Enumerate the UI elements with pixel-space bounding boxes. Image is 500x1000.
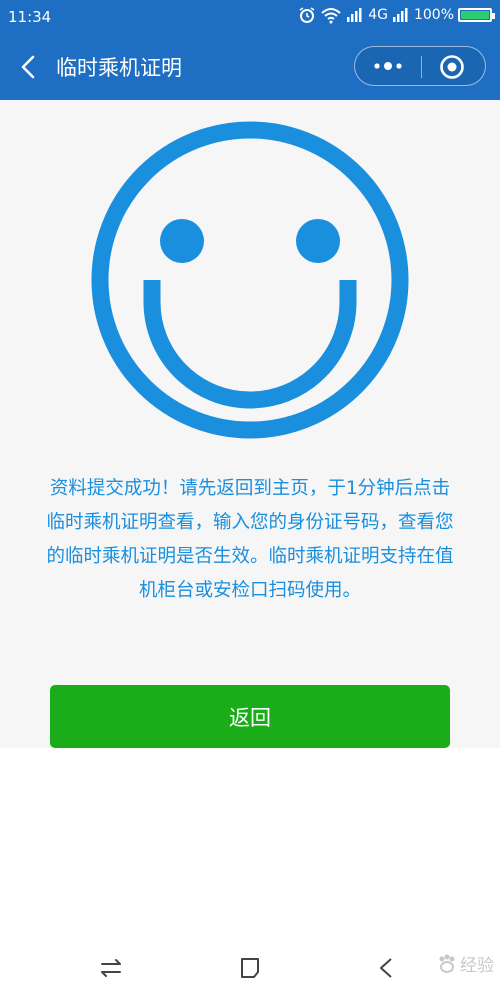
wifi-icon bbox=[321, 8, 341, 24]
watermark: 经验 bbox=[436, 951, 494, 976]
return-button[interactable]: 返回 bbox=[50, 685, 450, 748]
network-label: 4G bbox=[368, 7, 388, 23]
status-bar: 11:34 4G 100% bbox=[0, 0, 500, 34]
battery-tip bbox=[492, 13, 495, 19]
switch-icon[interactable] bbox=[98, 955, 124, 981]
home-square-icon[interactable] bbox=[237, 955, 263, 981]
battery-level bbox=[461, 11, 489, 19]
chevron-left-icon[interactable] bbox=[14, 52, 44, 82]
back-triangle-icon[interactable] bbox=[374, 955, 400, 981]
close-circle-icon[interactable] bbox=[439, 54, 465, 80]
alarm-icon bbox=[299, 7, 315, 23]
more-dots-icon[interactable] bbox=[371, 57, 405, 75]
battery-percent: 100% bbox=[413, 7, 454, 23]
paw-logo-icon bbox=[439, 954, 455, 973]
status-icons: 4G 100% bbox=[298, 6, 495, 24]
capsule-divider bbox=[421, 56, 422, 78]
main-content: 资料提交成功！请先返回到主页，于1分钟后点击临时乘机证明查看，输入您的身份证号码… bbox=[0, 100, 500, 748]
watermark-text: 经验 bbox=[460, 956, 494, 976]
status-time: 11:34 bbox=[8, 8, 52, 26]
page-title: 临时乘机证明 bbox=[56, 56, 182, 80]
smiley-face-icon bbox=[91, 121, 409, 439]
success-message: 资料提交成功！请先返回到主页，于1分钟后点击临时乘机证明查看，输入您的身份证号码… bbox=[46, 478, 454, 601]
signal-icon bbox=[347, 8, 362, 22]
header-bar: 临时乘机证明 bbox=[0, 34, 500, 100]
system-nav-bar: 经验 bbox=[0, 935, 500, 1000]
battery-icon bbox=[458, 8, 495, 22]
capsule-menu bbox=[354, 46, 486, 86]
signal-icon bbox=[392, 8, 408, 22]
